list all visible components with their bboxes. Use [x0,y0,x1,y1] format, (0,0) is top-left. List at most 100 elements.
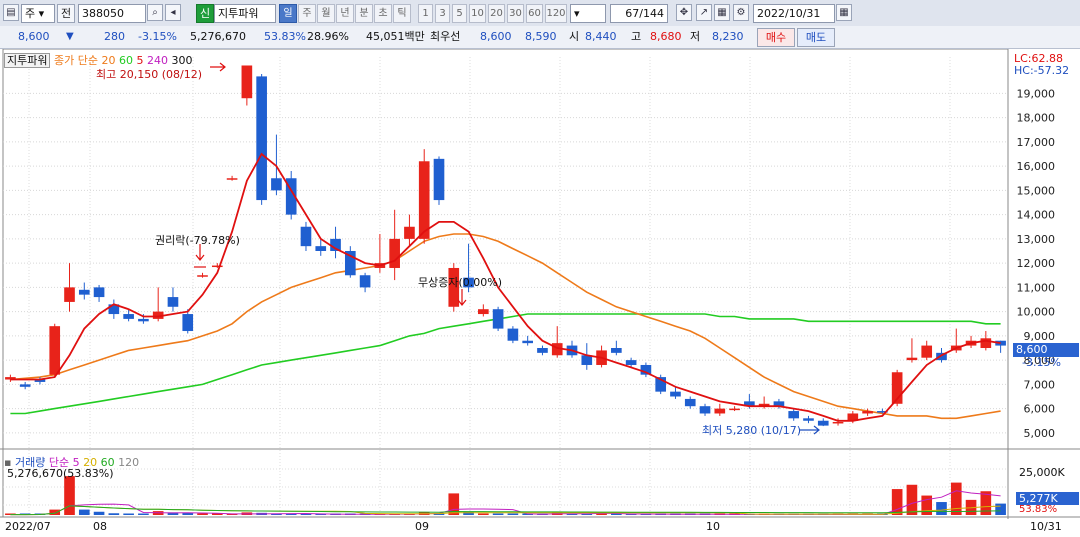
speaker-icon[interactable]: ◂ [165,4,181,21]
candle-body [507,328,519,341]
candle-body [684,398,696,407]
chart-area[interactable]: 5,000 6,000 7,000 8,000 9,000 10,000 11,000 12,… [0,49,1080,537]
plot-frame [2,49,1009,518]
low-annotation: 최저 5,280 (10/17) [702,424,802,437]
y-tick-label: 18,000 [1017,112,1056,125]
volume-bar [995,503,1006,515]
candle-body [182,314,194,332]
candle-body [138,318,149,322]
open-label: 시 [569,30,580,43]
legend-title: 지투파워 [4,53,51,68]
high-price: 8,680 [650,30,682,43]
volume-bar [64,476,75,515]
menu-icon[interactable]: ▤ [3,4,19,21]
trend-icon[interactable]: ↗ [696,4,712,21]
search-icon[interactable]: ⌕ [147,4,163,21]
quote-bar: 8,600 ▼ 280 -3.15% 5,276,670 53.83% 28.9… [0,26,1080,49]
candle-body [862,411,873,414]
volume-bar [950,482,962,515]
low-label: 저 [690,30,701,43]
interval-button-0[interactable]: 1 [418,4,433,23]
candle-body [817,420,829,426]
sell-button[interactable]: 매도 [797,28,835,47]
volume-bar [197,513,208,515]
high-annotation: 최고 20,150 (08/12) [96,68,203,81]
period-tab-5[interactable]: 초 [374,4,392,23]
interval-select[interactable]: ▾ [570,4,606,23]
best-label: 최우선 [430,30,461,43]
volume-bar [49,509,61,515]
interval-button-6[interactable]: 60 [526,4,543,23]
candle-body [714,408,726,414]
candle-body [167,297,179,307]
period-tab-1[interactable]: 주 [298,4,316,23]
y-tick-label: 14,000 [1017,209,1056,222]
interval-button-5[interactable]: 30 [507,4,524,23]
period-tab-0[interactable]: 일 [279,4,297,23]
prev-button[interactable]: 전 [57,4,75,23]
candle-body [64,287,75,302]
page-value: 67 [625,7,640,20]
candle-body [241,65,253,99]
x-axis-label-sep: 09 [415,520,429,533]
volume-value: 5,276,670 [190,30,246,43]
grid-icon[interactable]: ▦ [714,4,730,21]
new-badge: 신 [196,4,214,23]
candle-body [418,161,430,239]
code-input[interactable]: 388050 [78,4,146,23]
price-chart[interactable]: 5,0006,0007,0008,0009,00010,00011,00012,… [0,49,1080,537]
period-tab-4[interactable]: 분 [355,4,373,23]
date-field[interactable]: 2022/10/31 [753,4,835,23]
volume-bar [507,513,519,515]
calendar-icon[interactable]: ▦ [836,4,852,21]
interval-button-2[interactable]: 5 [452,4,467,23]
volume-bar [906,484,918,515]
legend-ma-label: 종가 단순 [53,54,98,67]
candle-body [611,348,622,353]
interval-button-1[interactable]: 3 [435,4,450,23]
volume-pct: 53.83% [1019,504,1058,515]
ma60-line [10,313,1001,415]
candle-body [906,357,918,361]
candle-body [389,238,400,268]
candle-body [93,287,105,298]
period-tab-6[interactable]: 틱 [393,4,411,23]
market-select[interactable]: 주 ▾ [21,4,55,23]
volume-value-line: 5,276,670(53.83%) [7,467,114,480]
candle-body [123,314,134,319]
period-tab-2[interactable]: 월 [317,4,335,23]
crosshair-icon[interactable]: ✥ [676,4,692,21]
amount: 45,051백만 [366,30,425,43]
rights-annotation: 권리락(-79.78%) [155,234,240,247]
y-tick-label: 11,000 [1017,281,1056,294]
indicator-name[interactable]: 지투파워 [214,4,276,23]
x-axis-end: 10/31 [1030,520,1062,533]
pct-tag: -3.15% [1022,356,1061,369]
buy-button[interactable]: 매수 [757,28,795,47]
y-tick-label: 10,000 [1017,306,1056,319]
turnover: 28.96% [307,30,349,43]
interval-button-3[interactable]: 10 [469,4,486,23]
candle-body [729,408,740,411]
interval-button-4[interactable]: 20 [488,4,505,23]
change-value: 280 [104,30,125,43]
y-tick-label: 5,000 [1024,427,1056,440]
volume-ma120: 120 [118,456,140,469]
page-counter: 67/144 [610,4,668,23]
volume-bar [138,513,149,515]
volume-bar [478,513,489,515]
period-tab-3[interactable]: 년 [336,4,354,23]
y-tick-label: 17,000 [1017,136,1056,149]
volume-scale-label: 25,000K [1019,466,1065,479]
candle-body [315,246,327,251]
page-total: /144 [639,7,664,20]
low-price: 8,230 [712,30,744,43]
change-rate: -3.15% [138,30,177,43]
interval-button-7[interactable]: 120 [545,4,567,23]
candle-body [19,384,31,387]
candle-body [625,360,637,365]
x-axis-label-aug: 08 [93,520,107,533]
gear-icon[interactable]: ⚙ [733,4,749,21]
candle-body [670,391,681,397]
high-arrow-icon [210,62,226,72]
